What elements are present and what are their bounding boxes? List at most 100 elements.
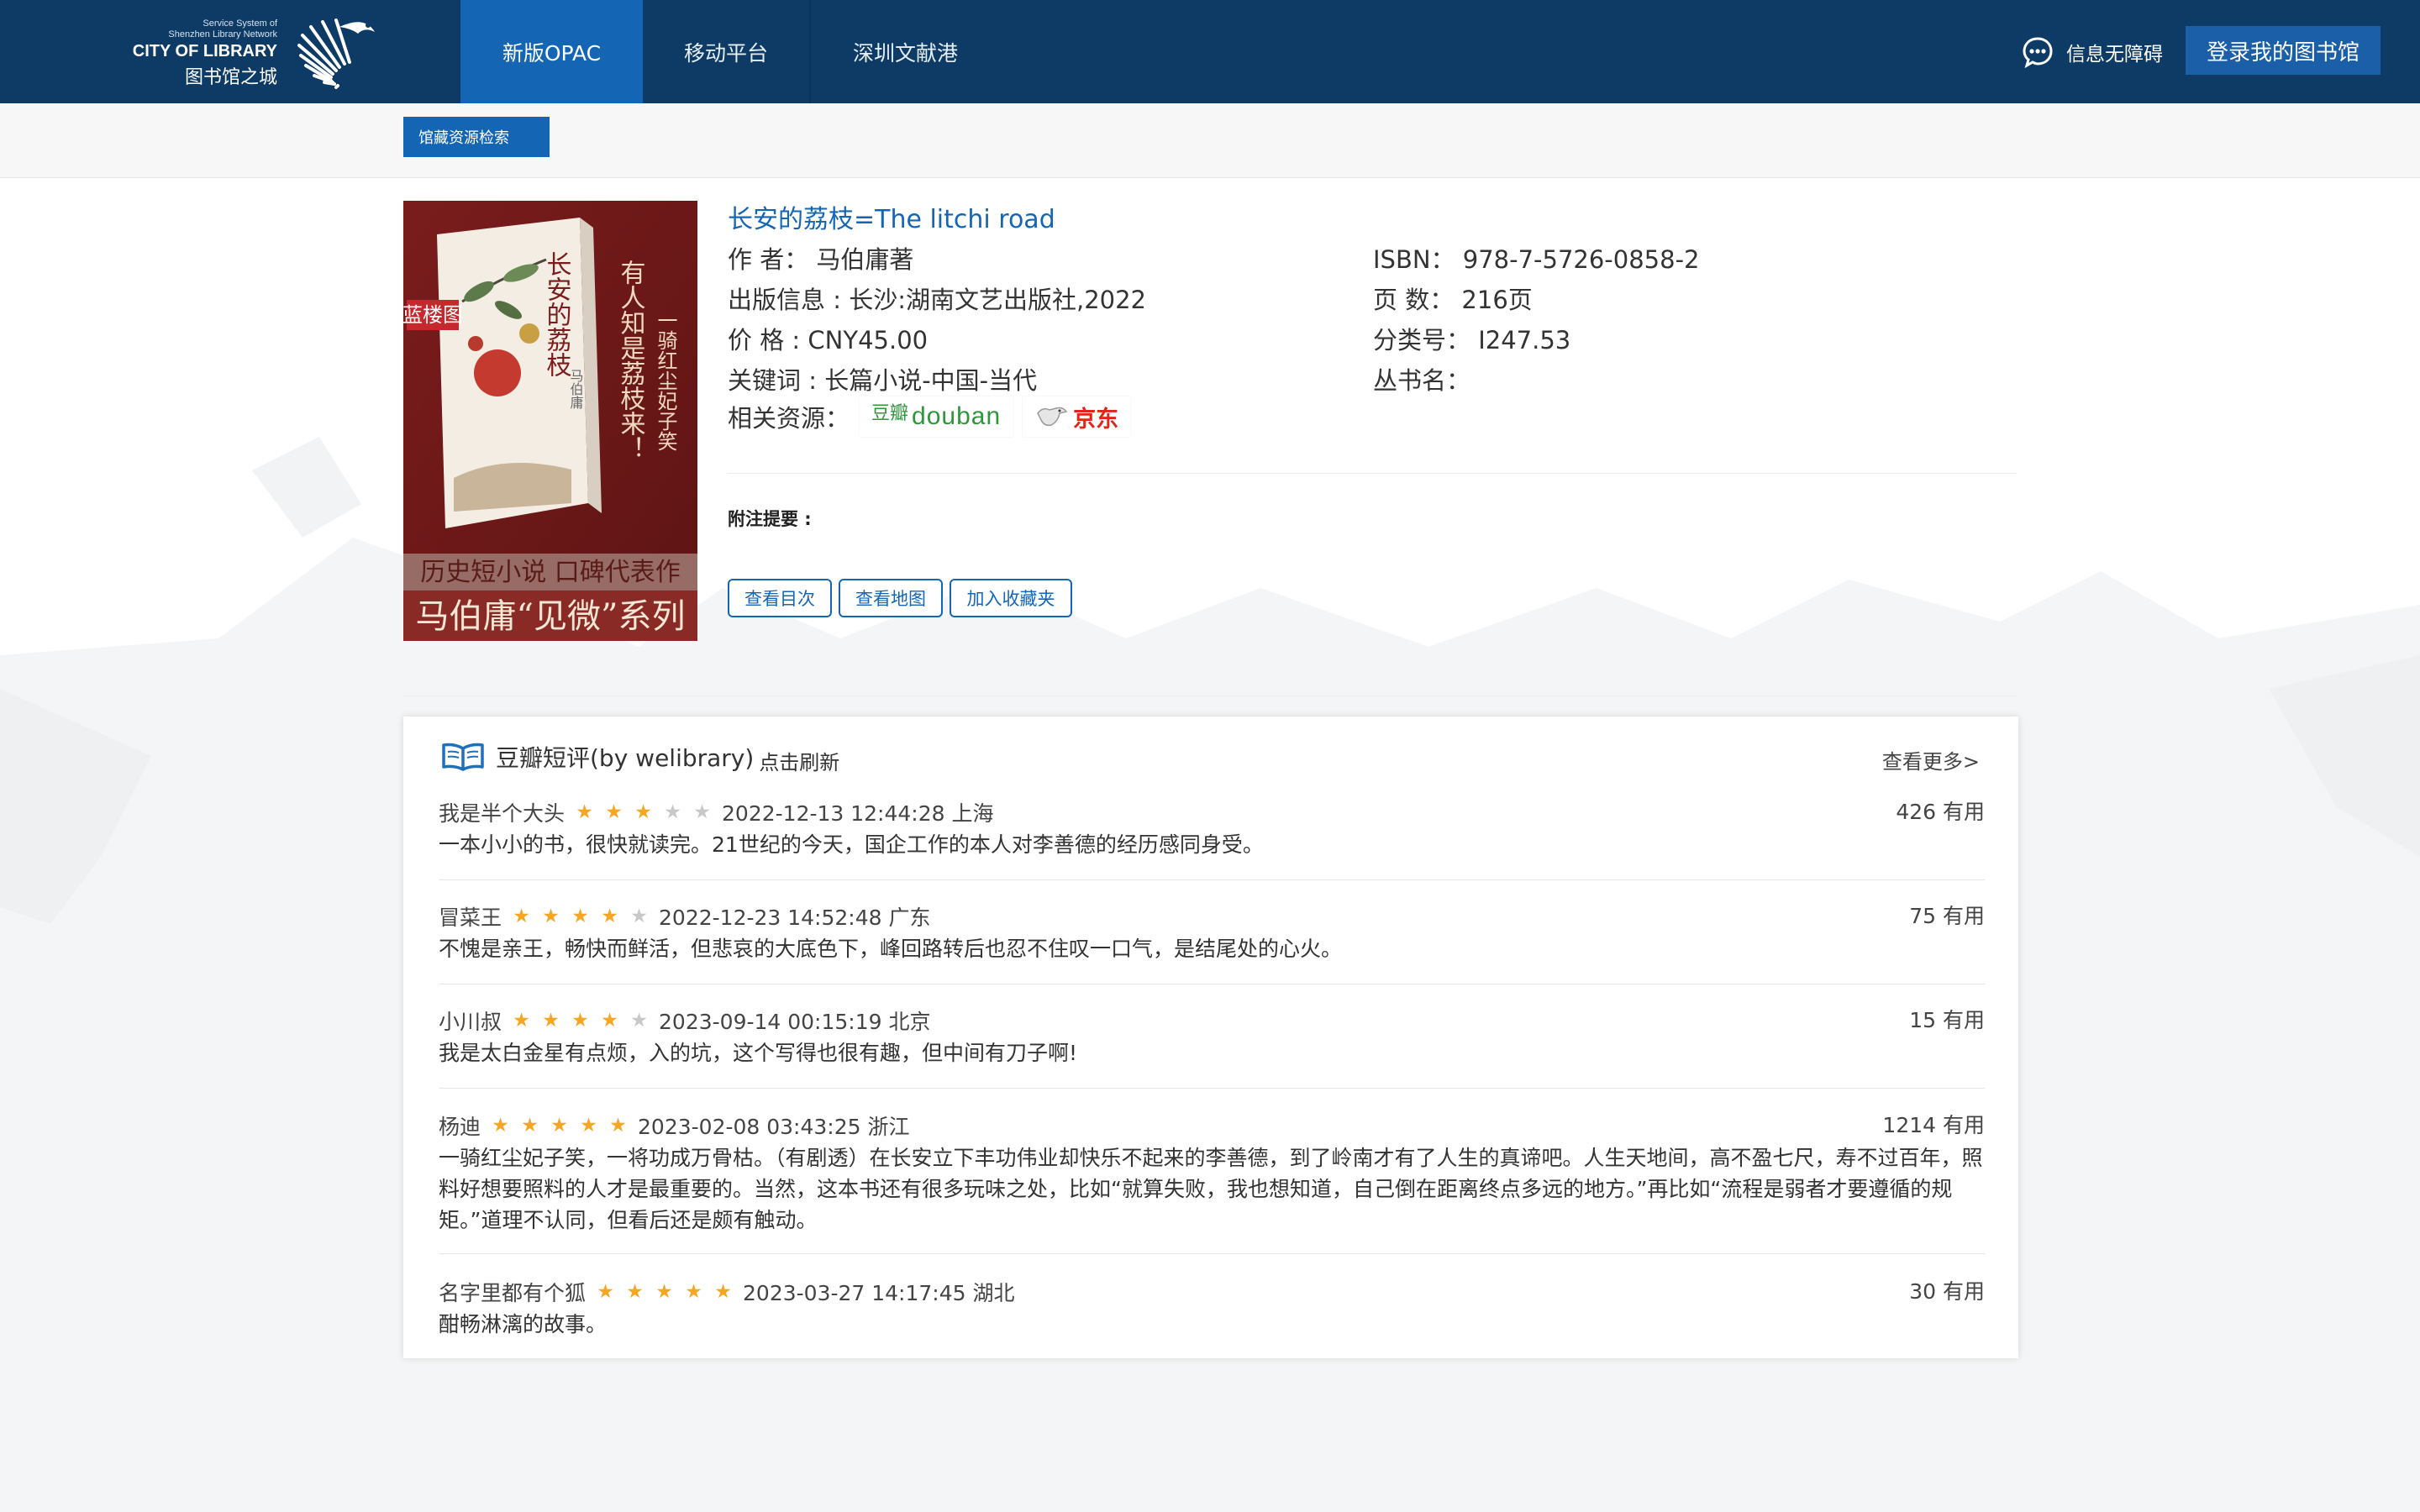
- breadcrumb-catalog-search[interactable]: 馆藏资源检索: [403, 117, 550, 157]
- top-header: Service System of Shenzhen Library Networ…: [0, 0, 2420, 103]
- star-icon: ★: [521, 1115, 539, 1137]
- reviews-refresh-link[interactable]: 点击刷新: [759, 746, 839, 775]
- review-useful-count[interactable]: 75 有用: [1909, 901, 1985, 932]
- book-series: 丛书名：: [1373, 366, 1471, 395]
- star-icon: ★: [513, 1010, 530, 1032]
- logo-line3: CITY OF LIBRARY: [132, 42, 277, 60]
- cover-banner-1: 历史短小说 口碑代表作: [420, 558, 681, 587]
- main-nav: 新版OPAC 移动平台 深圳文献港: [460, 0, 1000, 103]
- star-icon: ★: [601, 906, 618, 927]
- book-title[interactable]: 长安的荔枝=The litchi road: [728, 198, 1055, 235]
- star-icon: ★: [655, 1281, 673, 1303]
- add-favorite-button[interactable]: 加入收藏夹: [950, 579, 1072, 617]
- login-button[interactable]: 登录我的图书馆: [2186, 26, 2381, 75]
- star-icon: ★: [576, 801, 593, 823]
- review-content: 一骑红尘妃子笑，一将功成万骨枯。（有剧透）在长安立下丰功伟业却快乐不起来的李善德…: [439, 1146, 1983, 1232]
- star-icon: ★: [571, 906, 589, 927]
- book-cover: 蓝楼图 长安的荔枝 有人知是荔枝来！ 一骑红尘妃子笑 马伯庸 历史短小说 口碑代…: [403, 201, 697, 641]
- book-isbn: ISBN： 978-7-5726-0858-2: [1373, 245, 1700, 274]
- logo-emblem-icon: [297, 18, 375, 89]
- star-icon: ★: [513, 906, 530, 927]
- reviews-header: 豆瓣短评(by welibrary) 点击刷新: [440, 740, 839, 774]
- review-content: 我是太白金星有点烦，入的坑，这个写得也很有趣，但中间有刀子啊!: [439, 1041, 1078, 1065]
- book-author: 作 者： 马伯庸著: [728, 245, 914, 274]
- book-classno: 分类号： I247.53: [1373, 326, 1571, 354]
- notes-label: 附注提要 :: [728, 509, 812, 529]
- star-icon: ★: [605, 801, 623, 823]
- info-divider: [728, 473, 2017, 474]
- star-icon: ★: [630, 1010, 648, 1032]
- book-publish: 出版信息 : 长沙:湖南文艺出版社,2022: [728, 286, 1146, 314]
- star-icon: ★: [492, 1115, 509, 1137]
- douban-reviews-panel: 豆瓣短评(by welibrary) 点击刷新 查看更多> 我是半个大头 ★ ★ ★…: [403, 717, 2018, 1358]
- star-icon: ★: [597, 1281, 614, 1303]
- star-icon: ★: [664, 801, 681, 823]
- douban-link[interactable]: 豆瓣 douban: [860, 396, 1013, 437]
- review-time: 2022-12-23 14:52:48 广东: [659, 906, 931, 930]
- review-useful-count[interactable]: 1214 有用: [1882, 1110, 1985, 1141]
- book-price: 价 格 : CNY45.00: [728, 326, 929, 354]
- review-user[interactable]: 我是半个大头: [439, 797, 565, 827]
- book-cover-image: 蓝楼图 长安的荔枝 有人知是荔枝来！ 一骑红尘妃子笑 马伯庸 历史短小说 口碑代…: [403, 201, 697, 641]
- view-map-button[interactable]: 查看地图: [839, 579, 943, 617]
- jd-link[interactable]: 京东: [1023, 396, 1131, 437]
- star-icon: ★: [714, 1281, 732, 1303]
- logo-line2: Shenzhen Library Network: [168, 29, 277, 39]
- review-useful-count[interactable]: 30 有用: [1909, 1277, 1985, 1307]
- sub-bar: 馆藏资源检索: [0, 103, 2420, 178]
- review-time: 2022-12-13 12:44:28 上海: [722, 801, 994, 826]
- star-icon: ★: [601, 1010, 618, 1032]
- star-icon: ★: [685, 1281, 702, 1303]
- nav-tab-szwxg[interactable]: 深圳文献港: [811, 0, 1000, 103]
- related-resources: 相关资源： 豆瓣 douban 京东: [728, 396, 1131, 437]
- review-divider: [439, 1253, 1985, 1254]
- jd-label: 京东: [1073, 406, 1119, 433]
- star-icon: ★: [550, 1115, 568, 1137]
- related-label: 相关资源：: [728, 404, 850, 433]
- star-icon: ★: [634, 801, 652, 823]
- book-keywords: 关键词 : 长篇小说-中国-当代: [728, 366, 1038, 395]
- review-user[interactable]: 冒菜王: [439, 901, 502, 932]
- chat-bubble-icon: [2023, 37, 2053, 69]
- book-pages: 页 数： 216页: [1373, 286, 1533, 314]
- star-icon: ★: [542, 1010, 560, 1032]
- review-content: 酣畅淋漓的故事。: [439, 1312, 608, 1336]
- douban-cn-label: 豆瓣: [871, 403, 909, 424]
- cover-author: 马伯庸: [568, 369, 584, 409]
- review-user[interactable]: 杨迪: [439, 1110, 481, 1141]
- cover-badge: 蓝楼图: [403, 303, 463, 327]
- review-divider: [439, 879, 1985, 880]
- star-icon: ★: [580, 1115, 597, 1137]
- accessibility-link[interactable]: 信息无障碍: [2021, 34, 2163, 71]
- review-time: 2023-02-08 03:43:25 浙江: [638, 1115, 910, 1139]
- logo-line4: 图书馆之城: [184, 67, 277, 88]
- nav-tab-opac[interactable]: 新版OPAC: [460, 0, 643, 103]
- review-time: 2023-03-27 14:17:45 湖北: [743, 1281, 1015, 1305]
- review-stars: ★ ★ ★ ★ ★: [591, 1281, 738, 1303]
- review-stars: ★ ★ ★ ★ ★: [507, 906, 654, 927]
- star-icon: ★: [626, 1281, 644, 1303]
- review-user[interactable]: 小川叔: [439, 1005, 502, 1036]
- review-content: 一本小小的书，很快就读完。21世纪的今天，国企工作的本人对李善德的经历感同身受。: [439, 832, 1264, 857]
- review-useful-count[interactable]: 426 有用: [1896, 797, 1985, 827]
- reviews-more-link[interactable]: 查看更多>: [1882, 745, 1980, 774]
- library-logo[interactable]: Service System of Shenzhen Library Networ…: [133, 15, 387, 91]
- cover-title: 长安的荔枝: [542, 251, 572, 377]
- logo-line1: Service System of: [203, 18, 277, 29]
- review-useful-count[interactable]: 15 有用: [1909, 1005, 1985, 1036]
- review-divider: [439, 1088, 1985, 1089]
- accessibility-label: 信息无障碍: [2066, 44, 2163, 66]
- nav-tab-mobile[interactable]: 移动平台: [643, 0, 809, 103]
- douban-en-label: douban: [912, 402, 1002, 430]
- star-icon: ★: [693, 801, 711, 823]
- cover-tagline-2: 一骑红尘妃子笑: [654, 310, 677, 451]
- book-action-buttons: 查看目次 查看地图 加入收藏夹: [728, 579, 1072, 617]
- open-book-icon: [442, 743, 484, 771]
- cover-tagline: 有人知是荔枝来！: [616, 260, 646, 461]
- review-stars: ★ ★ ★ ★ ★: [570, 801, 717, 823]
- cover-banner-2: 马伯庸“见微”系列: [416, 597, 686, 636]
- star-icon: ★: [609, 1115, 627, 1137]
- review-user[interactable]: 名字里都有个狐: [439, 1277, 586, 1307]
- view-toc-button[interactable]: 查看目次: [728, 579, 832, 617]
- reviews-title: 豆瓣短评(by welibrary): [496, 744, 755, 772]
